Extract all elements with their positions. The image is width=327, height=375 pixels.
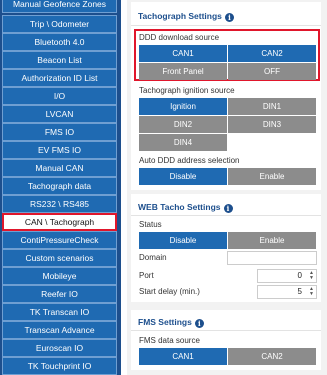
fms-settings-title: FMS Settings i bbox=[138, 317, 204, 328]
spinner-arrows-icon[interactable]: ▲ ▼ bbox=[309, 287, 314, 297]
ignition-source-din3-button[interactable]: DIN3 bbox=[228, 116, 316, 133]
tachograph-settings-title: Tachograph Settings i bbox=[138, 11, 234, 22]
sidebar-item-beacon-list[interactable]: Beacon List bbox=[2, 51, 117, 69]
divider bbox=[131, 215, 321, 216]
sidebar-item-fms-io[interactable]: FMS IO bbox=[2, 123, 117, 141]
ignition-source-din1-button[interactable]: DIN1 bbox=[228, 98, 316, 115]
main-content: Tachograph Settings i DDD download source… bbox=[127, 0, 327, 375]
sidebar-item-transcan-advance[interactable]: Transcan Advance bbox=[2, 321, 117, 339]
web-tacho-settings-title: WEB Tacho Settings i bbox=[138, 202, 233, 213]
spinner-arrows-icon[interactable]: ▲ ▼ bbox=[309, 271, 314, 281]
sidebar-item-euroscan-io[interactable]: Euroscan IO bbox=[2, 339, 117, 357]
sidebar-item-tk-transcan-io[interactable]: TK Transcan IO bbox=[2, 303, 117, 321]
ddd-source-can1-button[interactable]: CAN1 bbox=[139, 45, 227, 62]
auto-ddd-label: Auto DDD address selection bbox=[139, 156, 240, 165]
sidebar-item-tachograph-data[interactable]: Tachograph data bbox=[2, 177, 117, 195]
sidebar-item-reefer-io[interactable]: Reefer IO bbox=[2, 285, 117, 303]
tachograph-settings-panel: Tachograph Settings i DDD download source… bbox=[131, 2, 321, 190]
domain-label: Domain bbox=[139, 253, 167, 262]
start-delay-label: Start delay (min.) bbox=[139, 287, 200, 296]
ddd-source-off-button[interactable]: OFF bbox=[228, 63, 316, 80]
start-delay-input[interactable]: 5 ▲ ▼ bbox=[257, 285, 317, 299]
sidebar-item-manual-can[interactable]: Manual CAN bbox=[2, 159, 117, 177]
fms-settings-title-text: FMS Settings bbox=[138, 317, 192, 327]
auto-ddd-disable-button[interactable]: Disable bbox=[139, 168, 227, 185]
fms-data-source-can1-button[interactable]: CAN1 bbox=[139, 348, 227, 365]
ddd-source-label: DDD download source bbox=[139, 33, 220, 42]
web-tacho-status-label: Status bbox=[139, 220, 162, 229]
sidebar-item-bluetooth[interactable]: Bluetooth 4.0 bbox=[2, 33, 117, 51]
info-icon[interactable]: i bbox=[224, 13, 234, 22]
sidebar-item-io[interactable]: I/O bbox=[2, 87, 117, 105]
port-label: Port bbox=[139, 271, 154, 280]
fms-data-source-label: FMS data source bbox=[139, 336, 200, 345]
ignition-source-label: Tachograph ignition source bbox=[139, 86, 235, 95]
sidebar-item-lvcan[interactable]: LVCAN bbox=[2, 105, 117, 123]
port-input[interactable]: 0 ▲ ▼ bbox=[257, 269, 317, 283]
info-icon[interactable]: i bbox=[194, 319, 204, 328]
fms-data-source-can2-button[interactable]: CAN2 bbox=[228, 348, 316, 365]
sidebar-item-contipressurecheck[interactable]: ContiPressureCheck bbox=[2, 231, 117, 249]
divider bbox=[131, 330, 321, 331]
ddd-source-front-panel-button[interactable]: Front Panel bbox=[139, 63, 227, 80]
start-delay-value: 5 bbox=[297, 287, 302, 296]
web-tacho-disable-button[interactable]: Disable bbox=[139, 232, 227, 249]
sidebar-item-rs232-rs485[interactable]: RS232 \ RS485 bbox=[2, 195, 117, 213]
divider bbox=[131, 25, 321, 26]
fms-settings-panel: FMS Settings i FMS data source CAN1 CAN2 bbox=[131, 310, 321, 370]
ignition-source-din2-button[interactable]: DIN2 bbox=[139, 116, 227, 133]
ignition-source-din4-button[interactable]: DIN4 bbox=[139, 134, 227, 151]
sidebar-item-authorization-id-list[interactable]: Authorization ID List bbox=[2, 69, 117, 87]
sidebar-item-trip-odometer[interactable]: Trip \ Odometer bbox=[2, 15, 117, 33]
sidebar-item-mobileye[interactable]: Mobileye bbox=[2, 267, 117, 285]
web-tacho-settings-title-text: WEB Tacho Settings bbox=[138, 202, 221, 212]
sidebar-item-can-tachograph[interactable]: CAN \ Tachograph bbox=[2, 213, 117, 231]
sidebar-item-ev-fms-io[interactable]: EV FMS IO bbox=[2, 141, 117, 159]
sidebar: Manual Geofence Zones Trip \ Odometer Bl… bbox=[0, 0, 121, 375]
ignition-source-ignition-button[interactable]: Ignition bbox=[139, 98, 227, 115]
sidebar-item-tk-touchprint-io[interactable]: TK Touchprint IO bbox=[2, 357, 117, 375]
web-tacho-enable-button[interactable]: Enable bbox=[228, 232, 316, 249]
info-icon[interactable]: i bbox=[223, 204, 233, 213]
web-tacho-settings-panel: WEB Tacho Settings i Status Disable Enabl… bbox=[131, 194, 321, 302]
sidebar-item-manual-geofence-zones[interactable]: Manual Geofence Zones bbox=[2, 0, 117, 13]
ddd-source-can2-button[interactable]: CAN2 bbox=[228, 45, 316, 62]
port-value: 0 bbox=[297, 271, 302, 280]
tachograph-settings-title-text: Tachograph Settings bbox=[138, 11, 222, 21]
auto-ddd-enable-button[interactable]: Enable bbox=[228, 168, 316, 185]
domain-input[interactable] bbox=[227, 251, 317, 265]
sidebar-item-custom-scenarios[interactable]: Custom scenarios bbox=[2, 249, 117, 267]
